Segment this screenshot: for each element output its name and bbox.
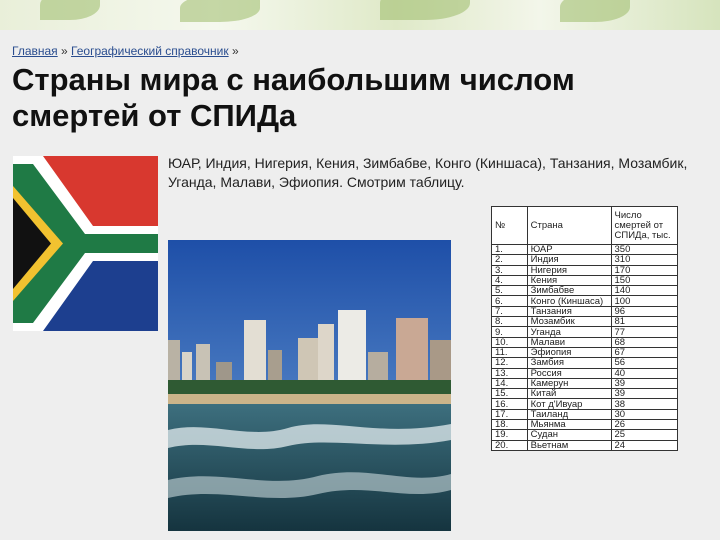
table-cell: Судан xyxy=(526,429,612,441)
table-cell: 310 xyxy=(610,254,679,266)
table-cell: Зимбабве xyxy=(526,285,612,297)
page-title: Страны мира с наибольшим числом смертей … xyxy=(12,62,575,133)
top-banner xyxy=(0,0,720,30)
table-cell: Мозамбик xyxy=(526,316,612,328)
table-cell: 12. xyxy=(491,357,528,369)
aids-deaths-table: № Страна Число смертей от СПИДа, тыс. 1.… xyxy=(491,206,679,451)
table-cell: 18. xyxy=(491,419,528,431)
table-cell: Танзания xyxy=(526,305,612,318)
table-row: 2. Индия 310 xyxy=(491,254,679,266)
table-cell: 9. xyxy=(491,326,528,338)
table-cell: 17. xyxy=(491,408,528,421)
table-row: 6. Конго (Киншаса) 100 xyxy=(491,295,679,307)
table-cell: Камерун xyxy=(526,377,612,390)
table-cell: Кот д'Ивуар xyxy=(526,398,612,410)
table-cell: 1. xyxy=(491,243,528,256)
table-cell: Индия xyxy=(526,254,612,266)
breadcrumb: Главная » Географический справочник » xyxy=(12,44,239,58)
durban-coast-photo xyxy=(168,240,451,531)
table-cell: 96 xyxy=(610,305,679,318)
breadcrumb-separator: » xyxy=(228,44,239,58)
table-row: 8. Мозамбик 81 xyxy=(491,316,679,328)
leaf-decoration xyxy=(40,0,100,20)
table-cell: 25 xyxy=(610,429,679,441)
table-row: 13. Россия 40 xyxy=(491,367,679,379)
table-row: 3. Нигерия 170 xyxy=(491,264,679,276)
table-row: 20. Вьетнам 24 xyxy=(491,439,679,451)
table-header-row: № Страна Число смертей от СПИДа, тыс. xyxy=(491,206,679,245)
table-cell: 24 xyxy=(610,439,679,451)
table-cell: ЮАР xyxy=(526,243,612,256)
table-header-cell: Число смертей от СПИДа, тыс. xyxy=(610,206,679,245)
intro-paragraph: ЮАР, Индия, Нигерия, Кения, Зимбабве, Ко… xyxy=(168,155,688,190)
table-row: 11. Эфиопия 67 xyxy=(491,346,679,359)
table-row: 9. Уганда 77 xyxy=(491,326,679,338)
table-row: 16. Кот д'Ивуар 38 xyxy=(491,398,679,410)
table-cell: 38 xyxy=(610,398,679,410)
table-cell: Китай xyxy=(526,388,612,400)
table-cell: Конго (Киншаса) xyxy=(526,295,612,307)
table-cell: 20. xyxy=(491,439,528,451)
table-cell: 15. xyxy=(491,388,528,400)
table-cell: 170 xyxy=(610,264,679,276)
table-cell: 7. xyxy=(491,305,528,318)
leaf-decoration xyxy=(180,0,260,22)
table-cell: 39 xyxy=(610,388,679,400)
table-cell: 30 xyxy=(610,408,679,421)
table-cell: Кения xyxy=(526,274,612,287)
table-row: 10. Малави 68 xyxy=(491,336,679,348)
table-row: 14. Камерун 39 xyxy=(491,377,679,390)
table-cell: Эфиопия xyxy=(526,346,612,359)
table-cell: 81 xyxy=(610,316,679,328)
leaf-decoration xyxy=(380,0,470,20)
table-row: 4. Кения 150 xyxy=(491,274,679,287)
table-row: 7. Танзания 96 xyxy=(491,305,679,318)
table-row: 18. Мьянма 26 xyxy=(491,419,679,431)
table-cell: 4. xyxy=(491,274,528,287)
table-cell: Вьетнам xyxy=(526,439,612,451)
breadcrumb-separator: » xyxy=(57,44,72,58)
table-cell: 2. xyxy=(491,254,528,266)
table-cell: 13. xyxy=(491,367,528,379)
table-cell: 8. xyxy=(491,316,528,328)
table-cell: 56 xyxy=(610,357,679,369)
table-row: 15. Китай 39 xyxy=(491,388,679,400)
table-cell: 39 xyxy=(610,377,679,390)
table-cell: 14. xyxy=(491,377,528,390)
table-cell: 3. xyxy=(491,264,528,276)
breadcrumb-home-link[interactable]: Главная xyxy=(12,44,58,58)
table-cell: 16. xyxy=(491,398,528,410)
table-cell: Таиланд xyxy=(526,408,612,421)
table-cell: 19. xyxy=(491,429,528,441)
table-cell: 67 xyxy=(610,346,679,359)
table-row: 1. ЮАР 350 xyxy=(491,243,679,256)
table-cell: 26 xyxy=(610,419,679,431)
table-cell: Нигерия xyxy=(526,264,612,276)
leaf-decoration xyxy=(560,0,630,22)
table-cell: 11. xyxy=(491,346,528,359)
south-africa-flag-image xyxy=(13,156,158,331)
table-cell: Замбия xyxy=(526,357,612,369)
table-cell: Мьянма xyxy=(526,419,612,431)
breadcrumb-section-link[interactable]: Географический справочник xyxy=(71,44,229,58)
table-cell: 100 xyxy=(610,295,679,307)
table-cell: 350 xyxy=(610,243,679,256)
table-header-cell: Страна xyxy=(526,206,612,245)
table-row: 17. Таиланд 30 xyxy=(491,408,679,421)
table-cell: Малави xyxy=(526,336,612,348)
table-cell: 40 xyxy=(610,367,679,379)
table-cell: 77 xyxy=(610,326,679,338)
table-cell: 5. xyxy=(491,285,528,297)
table-cell: Россия xyxy=(526,367,612,379)
table-cell: 10. xyxy=(491,336,528,348)
table-cell: 6. xyxy=(491,295,528,307)
table-cell: 150 xyxy=(610,274,679,287)
table-row: 19. Судан 25 xyxy=(491,429,679,441)
table-row: 5. Зимбабве 140 xyxy=(491,285,679,297)
table-cell: Уганда xyxy=(526,326,612,338)
table-header-cell: № xyxy=(491,206,528,245)
table-cell: 68 xyxy=(610,336,679,348)
table-row: 12. Замбия 56 xyxy=(491,357,679,369)
table-cell: 140 xyxy=(610,285,679,297)
